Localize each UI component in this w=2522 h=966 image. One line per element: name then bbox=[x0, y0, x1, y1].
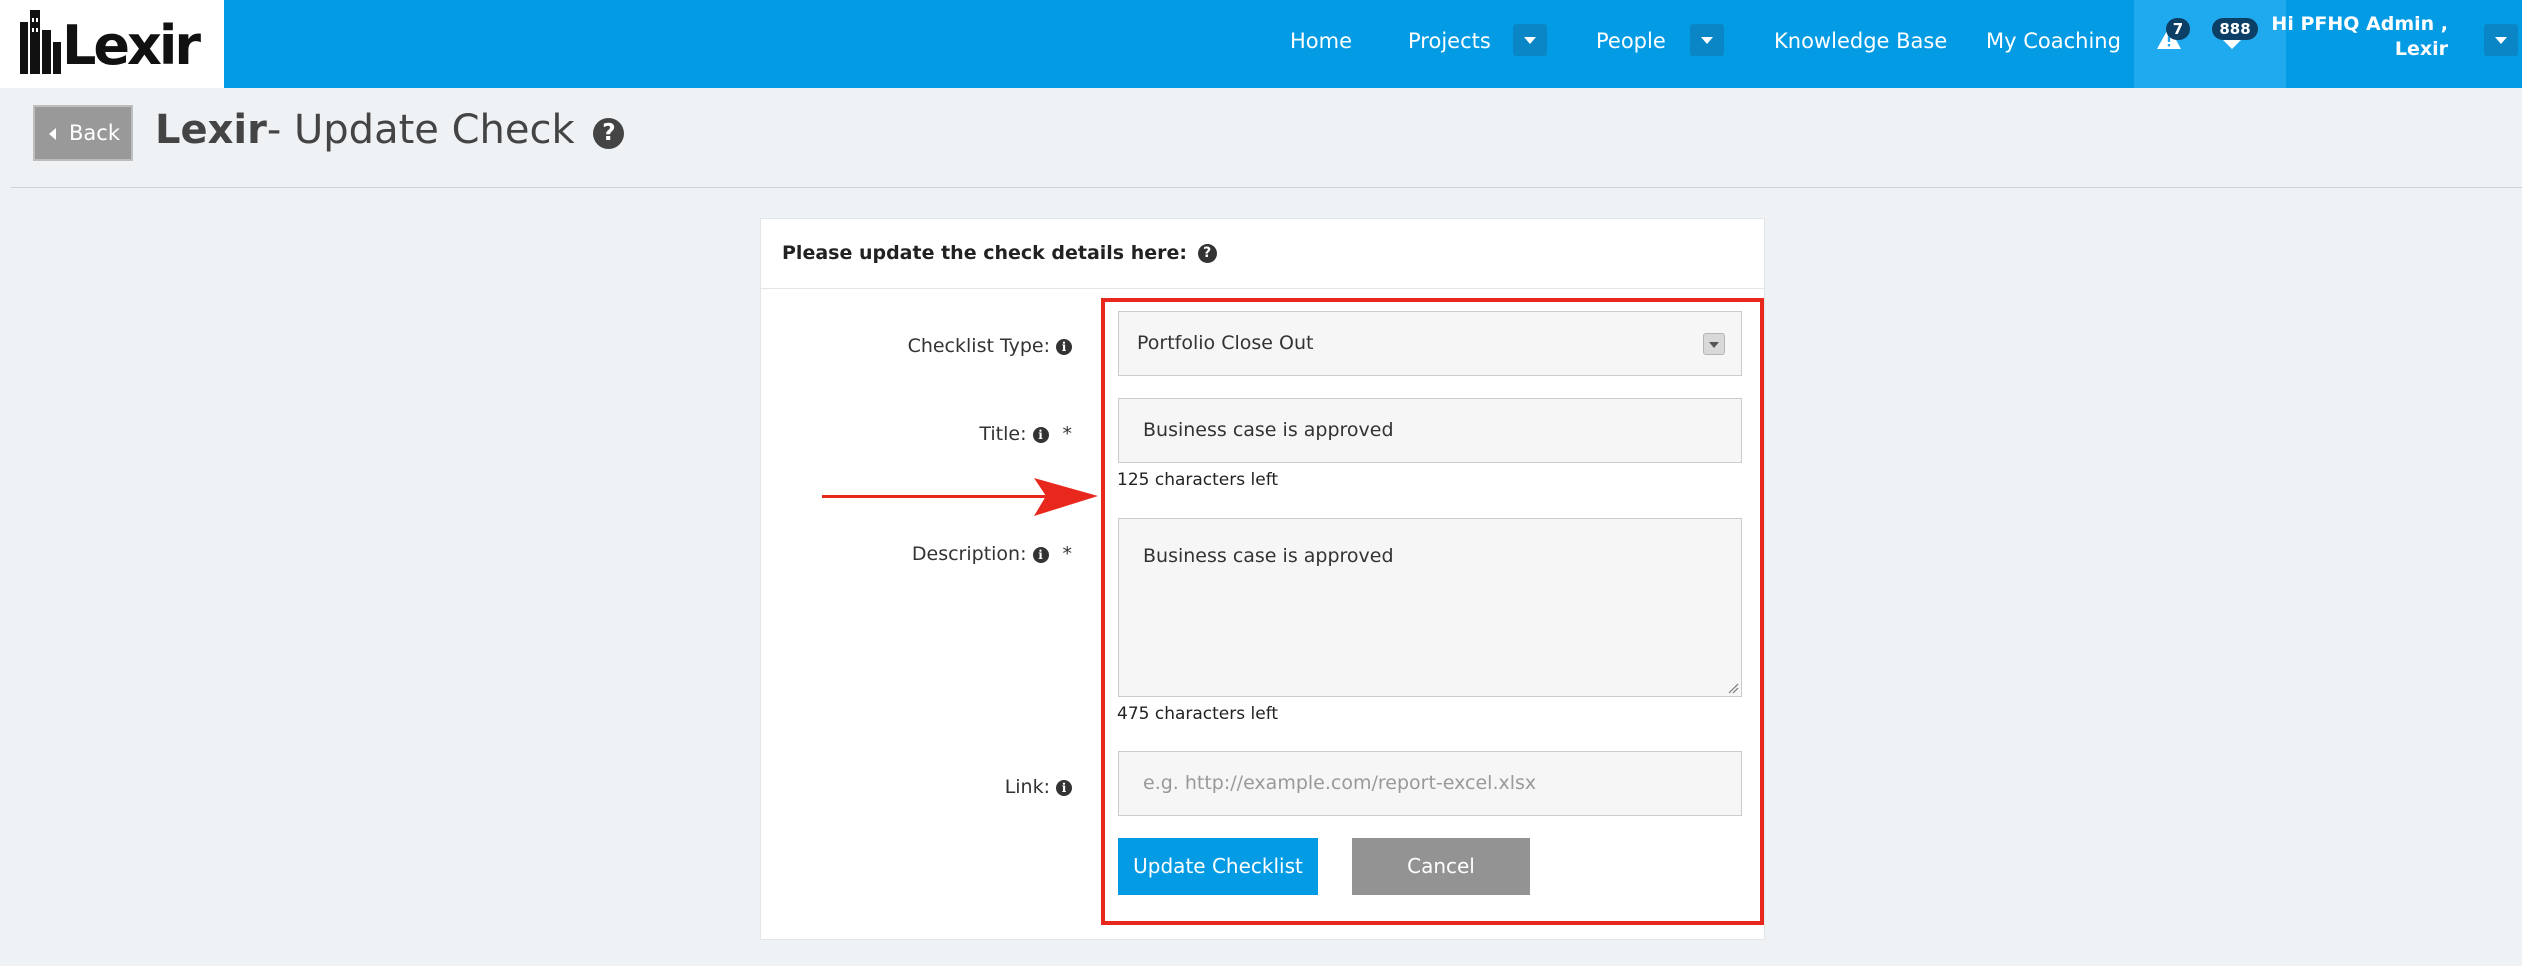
nav-link-projects[interactable]: Projects bbox=[1408, 0, 1491, 88]
page-title-project: Lexir bbox=[155, 107, 267, 153]
top-navbar: Lexir Home Projects People Knowledge Bas… bbox=[0, 0, 2522, 88]
page-title-text: - Update Check bbox=[266, 107, 575, 153]
checklist-type-label: Checklist Type: i bbox=[908, 333, 1072, 359]
panel-title-text: Please update the check details here: bbox=[782, 242, 1187, 264]
user-menu[interactable]: Hi PFHQ Admin , Lexir bbox=[2271, 12, 2448, 62]
description-label-text: Description: bbox=[911, 543, 1027, 565]
user-caret-down-icon[interactable] bbox=[2484, 24, 2518, 56]
description-label: Description: i * bbox=[912, 541, 1072, 567]
header-divider bbox=[11, 187, 2522, 188]
alerts-count-badge: 7 bbox=[2166, 18, 2190, 40]
user-greeting: Hi PFHQ Admin , bbox=[2271, 13, 2448, 35]
question-circle-icon[interactable]: ? bbox=[593, 118, 625, 149]
messages-count-badge: 888 bbox=[2212, 18, 2258, 40]
required-asterisk: * bbox=[1062, 543, 1073, 565]
info-circle-icon[interactable]: i bbox=[1032, 547, 1049, 563]
title-label: Title: i * bbox=[979, 421, 1072, 447]
info-circle-icon[interactable]: i bbox=[1032, 427, 1049, 443]
title-label-text: Title: bbox=[979, 423, 1027, 445]
notification-area: 7 888 bbox=[2134, 0, 2286, 88]
nav-link-people[interactable]: People bbox=[1596, 0, 1666, 88]
required-asterisk: * bbox=[1062, 423, 1073, 445]
back-label: Back bbox=[69, 121, 120, 145]
panel-title: Please update the check details here: ? bbox=[782, 239, 1217, 267]
link-label-text: Link: bbox=[1004, 776, 1050, 798]
back-button[interactable]: Back bbox=[33, 105, 133, 161]
link-label: Link: i bbox=[1005, 774, 1072, 800]
annotation-arrow-icon bbox=[822, 478, 1098, 516]
projects-caret-down-icon[interactable] bbox=[1513, 24, 1547, 56]
nav-link-knowledge-base[interactable]: Knowledge Base bbox=[1774, 0, 1947, 88]
people-caret-down-icon[interactable] bbox=[1690, 24, 1724, 56]
highlight-box bbox=[1101, 298, 1764, 925]
info-circle-icon[interactable]: i bbox=[1056, 780, 1072, 796]
page-title: Lexir- Update Check ? bbox=[155, 104, 625, 156]
logo-text: Lexir bbox=[62, 14, 201, 77]
user-org: Lexir bbox=[2394, 38, 2448, 60]
checklist-type-label-text: Checklist Type: bbox=[907, 335, 1050, 357]
nav-link-my-coaching[interactable]: My Coaching bbox=[1986, 0, 2121, 88]
question-circle-icon[interactable]: ? bbox=[1197, 244, 1217, 263]
panel-header: Please update the check details here: ? bbox=[761, 219, 1764, 289]
nav-link-home[interactable]: Home bbox=[1290, 0, 1352, 88]
logo[interactable]: Lexir bbox=[0, 0, 224, 88]
info-circle-icon[interactable]: i bbox=[1056, 339, 1072, 355]
